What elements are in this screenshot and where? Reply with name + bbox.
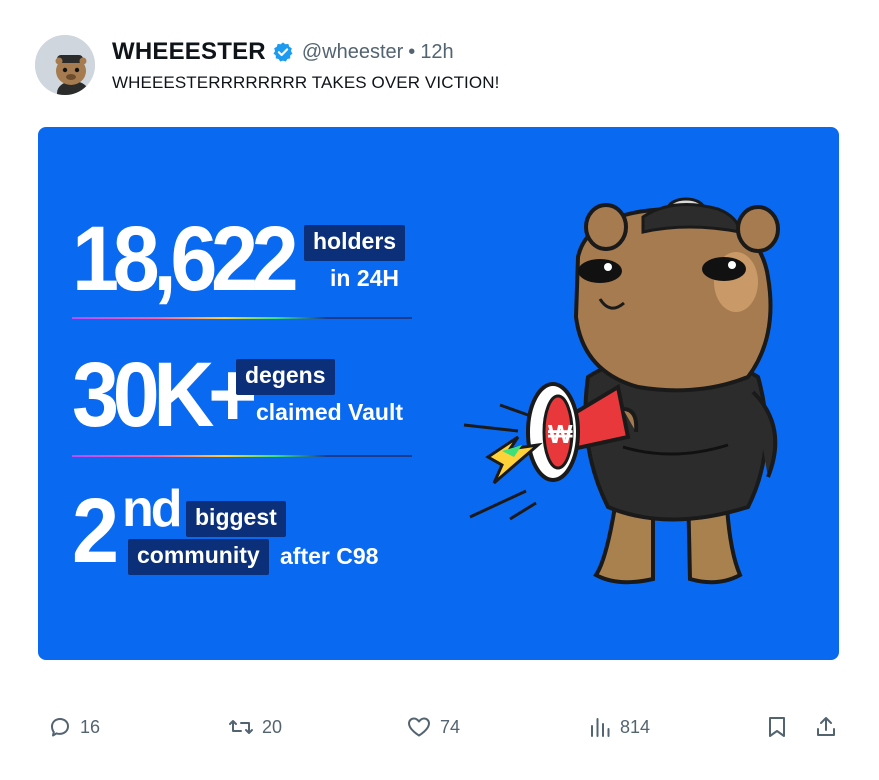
rainbow-divider	[72, 317, 412, 319]
like-count: 74	[440, 716, 461, 737]
stat-holders-tag: holders	[304, 225, 406, 261]
like-icon	[408, 717, 430, 737]
tweet-text: WHEEESTERRRRRRRR TAKES OVER VICTION!	[112, 73, 500, 92]
tweet-media-image[interactable]: 18,622 holders in 24H 30K+ degens claime…	[38, 127, 839, 660]
bookmark-button[interactable]	[766, 715, 788, 739]
views-button[interactable]: 814	[588, 715, 650, 739]
author-avatar[interactable]	[35, 35, 95, 95]
capybara-avatar-icon	[35, 35, 95, 95]
verified-badge-icon[interactable]	[272, 41, 294, 63]
retweet-button[interactable]: 20	[228, 715, 282, 739]
stat-rank-number: 2	[72, 480, 119, 582]
retweet-count: 20	[262, 716, 283, 737]
stat-degens-sub: claimed Vault	[256, 399, 404, 425]
stat-rank-sub: after C98	[280, 543, 379, 569]
views-icon	[591, 718, 610, 737]
rainbow-divider	[72, 455, 412, 457]
capybara-megaphone-illustration: ₩	[463, 197, 780, 585]
reply-button[interactable]: 16	[48, 715, 100, 739]
like-button[interactable]: 74	[406, 715, 460, 739]
stat-holders-sub: in 24H	[330, 265, 400, 291]
tweet-header: WHEEESTER @wheester • 12h	[112, 38, 454, 66]
author-display-name[interactable]: WHEEESTER	[112, 38, 266, 66]
stat-holders-number: 18,622	[72, 208, 299, 310]
share-icon	[817, 717, 835, 736]
tweet-action-bar: 16 20 74 814	[0, 705, 879, 749]
stat-degens-number: 30K+	[72, 344, 257, 446]
tweet-timestamp[interactable]: 12h	[420, 41, 453, 64]
stat-rank-tag-community: community	[128, 539, 269, 575]
view-count: 814	[620, 716, 651, 737]
retweet-icon	[229, 720, 253, 734]
stat-degens-tag: degens	[236, 359, 335, 395]
bookmark-icon	[769, 717, 785, 737]
stat-rank-superscript: nd	[122, 480, 183, 538]
reply-count: 16	[80, 716, 101, 737]
svg-text:₩: ₩	[548, 419, 573, 449]
share-button[interactable]	[814, 715, 838, 739]
author-handle[interactable]: @wheester	[302, 41, 403, 64]
reply-icon	[51, 718, 69, 737]
stat-rank-tag: biggest	[186, 501, 286, 537]
separator-dot: •	[408, 40, 416, 63]
